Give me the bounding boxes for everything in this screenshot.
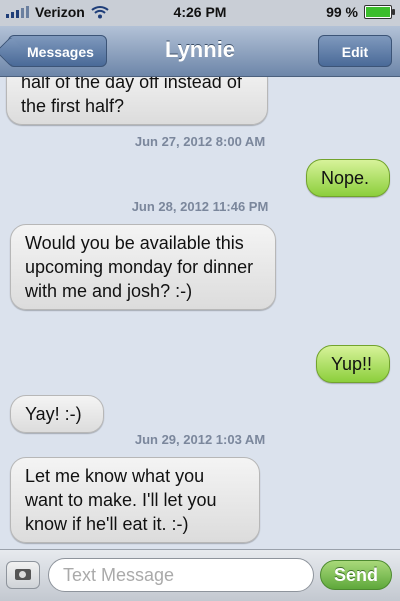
message-incoming: Would you be available this upcoming mon… xyxy=(10,224,276,310)
message-outgoing: Yup!! xyxy=(316,345,390,383)
battery-percent: 99 % xyxy=(326,4,358,20)
back-button-label: Messages xyxy=(27,44,94,60)
edit-button[interactable]: Edit xyxy=(318,35,392,67)
camera-icon xyxy=(15,569,31,580)
send-button[interactable]: Send xyxy=(320,560,392,590)
message-outgoing: Nope. xyxy=(306,159,390,197)
message-input-bar: Text Message Send xyxy=(0,549,400,601)
camera-button[interactable] xyxy=(6,561,40,589)
message-input[interactable]: Text Message xyxy=(48,558,314,592)
message-incoming: Let me know what you want to make. I'll … xyxy=(10,457,260,543)
message-thread[interactable]: half of the day off instead of the first… xyxy=(0,77,400,549)
timestamp: Jun 28, 2012 11:46 PM xyxy=(131,199,269,214)
battery-icon xyxy=(364,5,395,19)
navigation-bar: Messages Lynnie Edit xyxy=(0,26,400,77)
timestamp: Jun 27, 2012 8:00 AM xyxy=(134,134,266,149)
status-bar: Verizon 4:26 PM 99 % xyxy=(0,0,400,26)
message-incoming: half of the day off instead of the first… xyxy=(6,77,268,125)
message-incoming: Yay! :-) xyxy=(10,395,104,433)
battery-group: 99 % xyxy=(326,4,395,20)
timestamp: Jun 29, 2012 1:03 AM xyxy=(134,432,266,447)
